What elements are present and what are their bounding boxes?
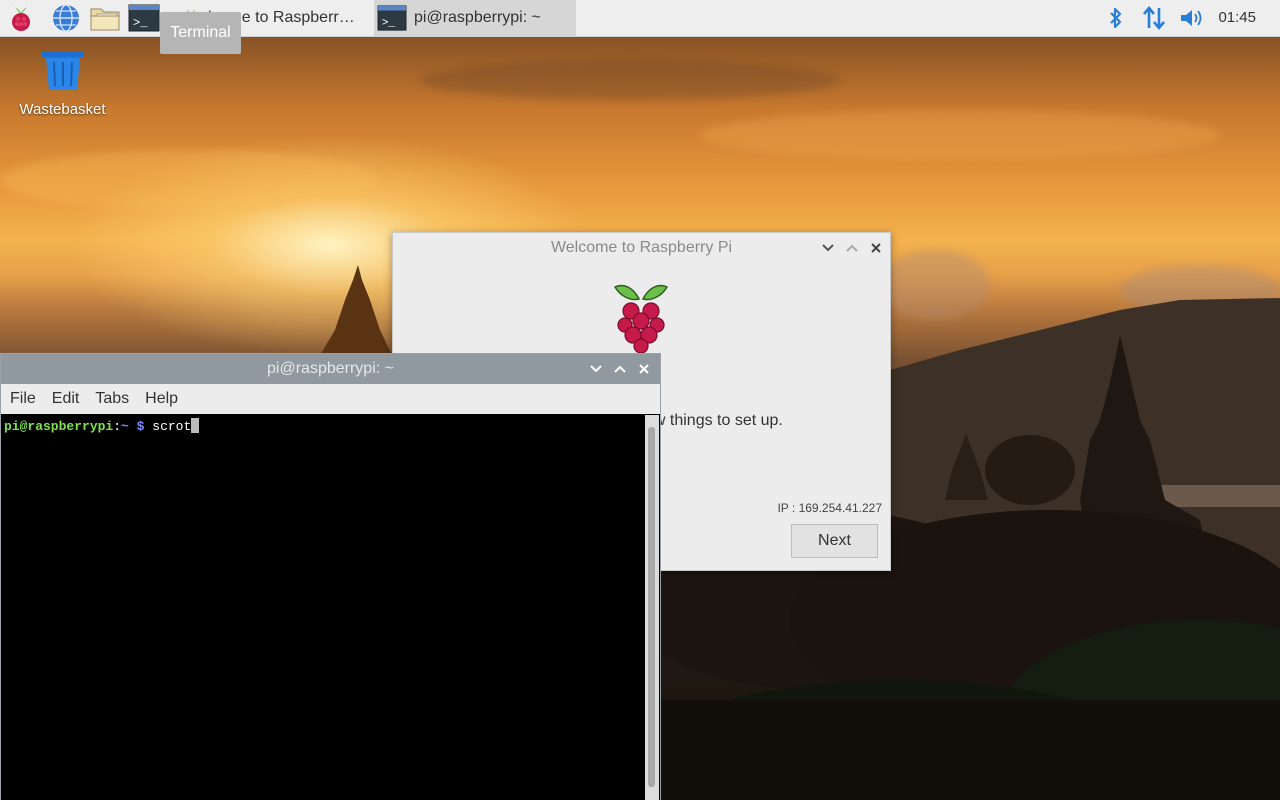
prompt-path: ~ [121,419,129,434]
clock[interactable]: 01:45 [1218,0,1256,36]
welcome-instructions: ew things to set up. [645,412,783,429]
terminal-launcher-button[interactable]: >_ [128,2,160,34]
close-icon [871,243,881,253]
task-terminal[interactable]: >_ pi@raspberrypi: ~ [374,0,576,36]
network-updown-icon [1143,5,1165,31]
volume-icon [1181,10,1202,26]
file-manager-button[interactable] [89,2,121,34]
web-browser-button[interactable] [50,2,82,34]
close-button[interactable] [634,359,654,379]
raspberry-icon [12,7,30,31]
desktop-icon-label: Wastebasket [19,101,106,118]
next-button[interactable]: Next [791,524,878,558]
terminal-titlebar[interactable]: pi@raspberrypi: ~ [1,354,660,384]
tooltip: Terminal [160,12,241,54]
folder-icon [90,8,120,31]
network-button[interactable] [1140,0,1168,36]
ip-address: IP : 169.254.41.227 [777,501,882,515]
text-cursor [191,418,200,433]
window-title: pi@raspberrypi: ~ [267,360,394,377]
maximize-button[interactable] [610,359,630,379]
terminal-icon: >_ [377,5,407,31]
prompt-user: pi@raspberrypi [4,419,114,434]
task-label: pi@raspberrypi: ~ [414,9,541,26]
terminal-icon: >_ [128,4,160,32]
command-text: scrot [152,419,192,434]
close-button[interactable] [866,238,886,258]
raspberry-pi-logo [613,284,669,354]
maximize-button[interactable] [842,238,862,258]
svg-text:>_: >_ [133,16,148,30]
welcome-titlebar[interactable]: Welcome to Raspberry Pi [393,233,890,263]
raspberry-menu-button[interactable] [5,2,37,34]
menu-file[interactable]: File [10,390,36,408]
prompt-colon: : [113,419,122,434]
window-title: Welcome to Raspberry Pi [550,239,733,256]
bluetooth-icon [1110,7,1122,29]
chevron-down-icon [822,244,834,252]
prompt-dollar: $ [136,419,145,434]
minimize-button[interactable] [818,238,838,258]
globe-icon [53,4,79,32]
minimize-button[interactable] [586,359,606,379]
bluetooth-button[interactable] [1104,0,1128,36]
chevron-up-icon [846,244,858,252]
svg-text:>_: >_ [382,17,396,29]
trash-icon [41,51,84,90]
desktop-icon-wastebasket[interactable]: Wastebasket [10,48,115,118]
terminal-window: pi@raspberrypi: ~ File Edit Tabs Help pi… [0,353,661,800]
chevron-down-icon [590,365,602,373]
menu-edit[interactable]: Edit [52,390,80,408]
menu-tabs[interactable]: Tabs [95,390,129,408]
volume-button[interactable] [1178,0,1206,36]
terminal-output[interactable]: pi@raspberrypi:~ $ scrot [1,415,644,800]
scrollbar-thumb[interactable] [648,427,655,787]
chevron-up-icon [614,365,626,373]
close-icon [639,364,649,374]
terminal-scrollbar[interactable] [645,415,659,800]
terminal-menubar: File Edit Tabs Help [1,384,660,414]
menu-help[interactable]: Help [145,390,178,408]
